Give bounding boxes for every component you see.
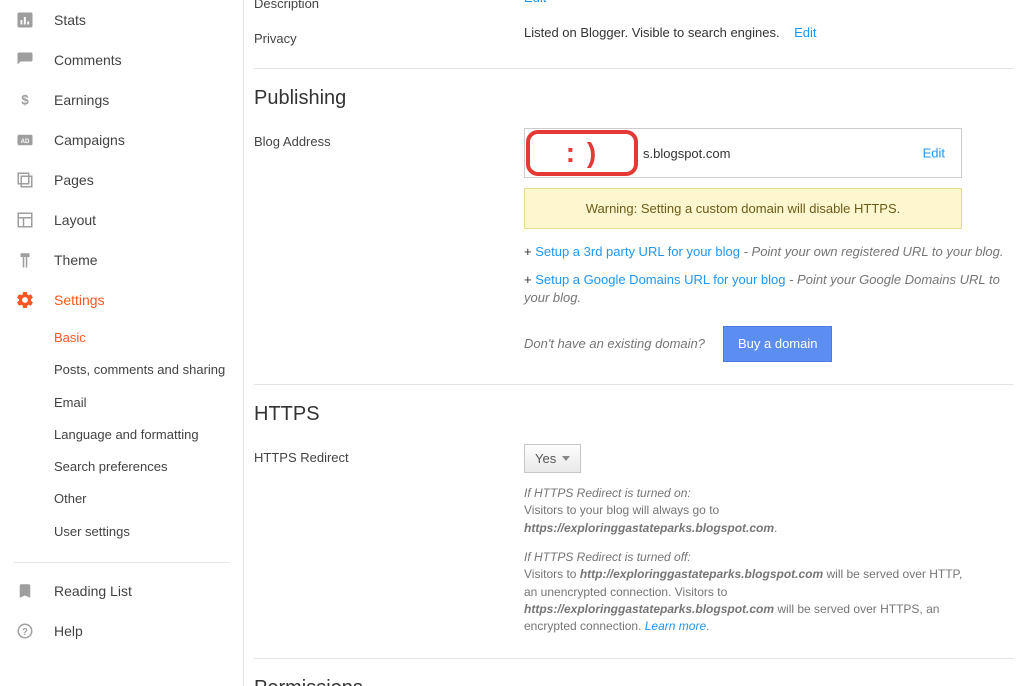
section-title-permissions: Permissions [254, 677, 1014, 686]
plus-prefix: + [524, 244, 535, 259]
description-edit-link[interactable]: Edit [524, 0, 546, 5]
subnav-posts-comments[interactable]: Posts, comments and sharing [54, 354, 243, 386]
https-on-body-pre: Visitors to your blog will always go to [524, 503, 719, 517]
sidebar: Stats Comments $ Earnings AD Campaigns P… [0, 0, 244, 686]
section-divider [254, 658, 1014, 659]
sidebar-label: Stats [54, 12, 86, 28]
google-domains-line: + Setup a Google Domains URL for your bl… [524, 271, 1014, 307]
sidebar-item-layout[interactable]: Layout [0, 200, 243, 240]
blog-address-value: s.blogspot.com [643, 146, 730, 161]
sidebar-item-earnings[interactable]: $ Earnings [0, 80, 243, 120]
https-on-url: https://exploringgastateparks.blogspot.c… [524, 521, 774, 535]
https-off-url-https: https://exploringgastateparks.blogspot.c… [524, 602, 774, 616]
sidebar-item-help[interactable]: ? Help [0, 611, 243, 651]
sidebar-item-campaigns[interactable]: AD Campaigns [0, 120, 243, 160]
google-domains-link[interactable]: Setup a Google Domains URL for your blog [535, 272, 785, 287]
sidebar-label: Help [54, 623, 83, 639]
sidebar-label: Campaigns [54, 132, 125, 148]
privacy-edit-link[interactable]: Edit [794, 25, 816, 40]
period: . [706, 619, 709, 633]
subnav-basic[interactable]: Basic [54, 322, 243, 354]
pages-icon [14, 169, 36, 191]
sidebar-label: Layout [54, 212, 96, 228]
buy-domain-button[interactable]: Buy a domain [723, 326, 833, 362]
main-content: Description Edit Privacy Listed on Blogg… [244, 0, 1024, 686]
https-on-body-post: . [774, 521, 777, 535]
subnav-language[interactable]: Language and formatting [54, 419, 243, 451]
sidebar-item-stats[interactable]: Stats [0, 0, 243, 40]
chevron-down-icon [562, 456, 570, 461]
section-divider [254, 68, 1014, 69]
sidebar-item-settings[interactable]: Settings [0, 280, 243, 320]
https-redirect-dropdown[interactable]: Yes [524, 444, 581, 473]
subnav-email[interactable]: Email [54, 387, 243, 419]
blog-address-box: : ) s.blogspot.com Edit [524, 128, 962, 178]
subnav-other[interactable]: Other [54, 483, 243, 515]
sidebar-label: Pages [54, 172, 94, 188]
sidebar-item-reading-list[interactable]: Reading List [0, 571, 243, 611]
sidebar-divider [14, 562, 229, 563]
no-domain-text: Don't have an existing domain? [524, 335, 705, 353]
third-party-tail: - Point your own registered URL to your … [740, 244, 1004, 259]
gear-icon [14, 289, 36, 311]
https-on-block: If HTTPS Redirect is turned on: Visitors… [524, 485, 964, 537]
https-off-url-http: http://exploringgastateparks.blogspot.co… [580, 567, 823, 581]
sidebar-label: Theme [54, 252, 98, 268]
sidebar-item-comments[interactable]: Comments [0, 40, 243, 80]
dropdown-value: Yes [535, 451, 556, 466]
third-party-url-link[interactable]: Setup a 3rd party URL for your blog [535, 244, 740, 259]
dollar-icon: $ [14, 89, 36, 111]
blog-address-edit-link[interactable]: Edit [923, 146, 945, 161]
https-off-heading: If HTTPS Redirect is turned off: [524, 550, 691, 564]
theme-icon [14, 249, 36, 271]
ad-icon: AD [14, 129, 36, 151]
sidebar-label: Settings [54, 292, 105, 308]
settings-subnav: Basic Posts, comments and sharing Email … [0, 320, 243, 556]
label-blog-address: Blog Address [254, 128, 524, 149]
https-learn-more-link[interactable]: Learn more [645, 619, 706, 633]
section-divider [254, 384, 1014, 385]
svg-text:?: ? [22, 627, 28, 638]
sidebar-label: Reading List [54, 583, 132, 599]
subnav-search-prefs[interactable]: Search preferences [54, 451, 243, 483]
section-title-https: HTTPS [254, 403, 1014, 426]
https-off-pre: Visitors to [524, 567, 580, 581]
https-warning: Warning: Setting a custom domain will di… [524, 188, 962, 229]
sidebar-label: Comments [54, 52, 122, 68]
bar-chart-icon [14, 9, 36, 31]
svg-text:$: $ [21, 93, 29, 108]
third-party-url-line: + Setup a 3rd party URL for your blog - … [524, 243, 1014, 261]
privacy-value: Listed on Blogger. Visible to search eng… [524, 25, 780, 40]
layout-icon [14, 209, 36, 231]
https-off-block: If HTTPS Redirect is turned off: Visitor… [524, 549, 964, 636]
comment-icon [14, 49, 36, 71]
label-description: Description [254, 0, 524, 11]
label-https-redirect: HTTPS Redirect [254, 444, 524, 465]
https-on-heading: If HTTPS Redirect is turned on: [524, 486, 691, 500]
label-privacy: Privacy [254, 25, 524, 46]
subnav-user-settings[interactable]: User settings [54, 516, 243, 548]
plus-prefix: + [524, 272, 535, 287]
sidebar-item-theme[interactable]: Theme [0, 240, 243, 280]
section-title-publishing: Publishing [254, 87, 1014, 110]
bookmark-icon [14, 580, 36, 602]
sidebar-item-pages[interactable]: Pages [0, 160, 243, 200]
help-icon: ? [14, 620, 36, 642]
sidebar-label: Earnings [54, 92, 109, 108]
smile-overlay: : ) [526, 130, 638, 176]
svg-text:AD: AD [21, 139, 30, 145]
